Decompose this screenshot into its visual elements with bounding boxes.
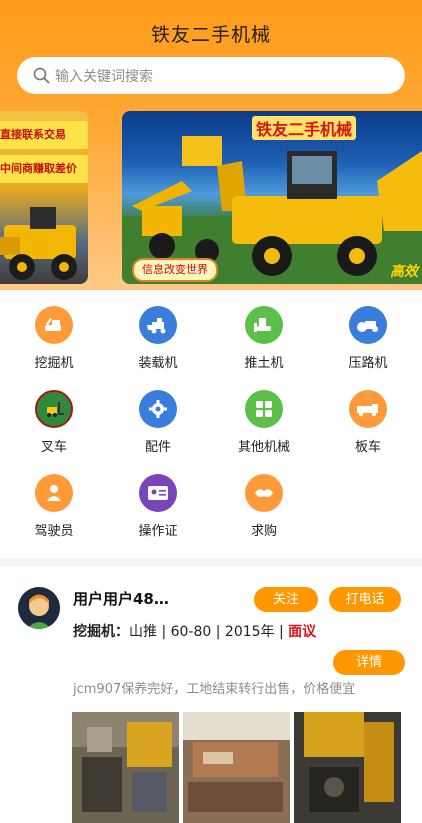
banner-corner-text: 高效 bbox=[390, 264, 418, 280]
listing-specs: 挖掘机：山推 | 60-80 | 2015年 | 面议 bbox=[73, 621, 316, 641]
category-label: 挖掘机 bbox=[34, 356, 74, 371]
category-driver[interactable]: 驾驶员 bbox=[6, 474, 102, 544]
listing-photo-2[interactable] bbox=[183, 712, 290, 823]
category-excavator[interactable]: 挖掘机 bbox=[6, 306, 102, 376]
category-wanted[interactable]: 求购 bbox=[216, 474, 312, 544]
category-label: 求购 bbox=[250, 524, 277, 539]
listing-description: jcm907保养完好，工地结束转行出售，价格便宜 bbox=[73, 682, 356, 697]
search-input[interactable]: 输入关键词搜索 bbox=[17, 57, 405, 94]
excavator-icon bbox=[35, 306, 73, 344]
bulldozer-icon bbox=[245, 306, 283, 344]
search-icon bbox=[33, 67, 50, 84]
category-label: 板车 bbox=[354, 440, 381, 455]
category-forklift[interactable]: 叉车 bbox=[6, 390, 102, 460]
category-label: 压路机 bbox=[348, 356, 388, 371]
call-button[interactable]: 打电话 bbox=[329, 587, 401, 612]
category-road-roller[interactable]: 压路机 bbox=[320, 306, 416, 376]
category-label: 配件 bbox=[144, 440, 171, 455]
avatar[interactable] bbox=[18, 587, 60, 629]
banner-left-line-2: 中间商赚取差价 bbox=[0, 155, 88, 183]
handshake-icon bbox=[245, 474, 283, 512]
id-card-icon bbox=[139, 474, 177, 512]
details-button[interactable]: 详情 bbox=[333, 650, 405, 675]
listing-category: 挖掘机： bbox=[73, 624, 129, 640]
truck-icon bbox=[349, 390, 387, 428]
page-title: 铁友二手机械 bbox=[150, 24, 271, 46]
category-operator-license[interactable]: 操作证 bbox=[110, 474, 206, 544]
listing-photo-3[interactable] bbox=[294, 712, 401, 823]
listing-spec-values: 山推 | 60-80 | 2015年 | bbox=[129, 624, 289, 640]
category-label: 装载机 bbox=[138, 356, 178, 371]
category-loader[interactable]: 装载机 bbox=[110, 306, 206, 376]
search-placeholder: 输入关键词搜索 bbox=[55, 69, 153, 85]
banner-left[interactable]: 直接联系交易 中间商赚取差价 bbox=[0, 111, 88, 284]
listing-price: 面议 bbox=[288, 624, 317, 640]
category-other-machinery[interactable]: 其他机械 bbox=[216, 390, 312, 460]
road-roller-icon bbox=[349, 306, 387, 344]
banner-main[interactable]: 铁友二手机械 信息改变世界 高效 bbox=[122, 111, 422, 284]
driver-icon bbox=[35, 474, 73, 512]
category-label: 推土机 bbox=[244, 356, 284, 371]
category-bulldozer[interactable]: 推土机 bbox=[216, 306, 312, 376]
category-label: 驾驶员 bbox=[34, 524, 74, 539]
banner-left-line-1: 直接联系交易 bbox=[0, 121, 88, 149]
loader-icon bbox=[139, 306, 177, 344]
follow-button[interactable]: 关注 bbox=[254, 587, 318, 612]
banner-title: 铁友二手机械 bbox=[252, 116, 357, 140]
grid-icon bbox=[245, 390, 283, 428]
username: 用户用户48… bbox=[73, 590, 169, 608]
header: 铁友二手机械 输入关键词搜索 直接联系交易 中间商赚取差价 铁友二手机械 信息改… bbox=[0, 0, 422, 290]
category-parts[interactable]: 配件 bbox=[110, 390, 206, 460]
forklift-icon bbox=[35, 390, 73, 428]
gear-icon bbox=[139, 390, 177, 428]
banner-slogan: 信息改变世界 bbox=[132, 258, 218, 282]
category-label: 其他机械 bbox=[237, 440, 290, 455]
category-grid: 挖掘机 装载机 推土机 压路机 叉车 配件 其他机械 板车 驾驶员 操作证 求购 bbox=[0, 290, 422, 558]
category-flatbed-truck[interactable]: 板车 bbox=[320, 390, 416, 460]
category-label: 叉车 bbox=[40, 440, 67, 455]
listing-card[interactable]: 用户用户48… 关注 打电话 挖掘机：山推 | 60-80 | 2015年 | … bbox=[0, 566, 422, 823]
listing-photo-1[interactable] bbox=[72, 712, 179, 823]
category-label: 操作证 bbox=[138, 524, 178, 539]
loader-image bbox=[0, 207, 77, 280]
